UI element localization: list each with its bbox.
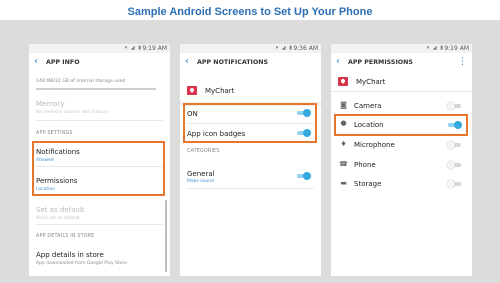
section-app-settings: APP SETTINGS (36, 131, 73, 136)
divider (36, 224, 163, 225)
permission-label-storage: Storage (354, 180, 382, 188)
scrollbar[interactable] (165, 200, 167, 272)
set-default-label: Set as default (36, 206, 85, 214)
store-details-value: App downloaded from Google Play Store (36, 261, 127, 266)
storage-toggle[interactable] (447, 180, 462, 188)
general-label[interactable]: General (187, 170, 215, 178)
divider (331, 91, 472, 92)
phone-icon: ☎ (339, 160, 348, 168)
phone-toggle[interactable] (447, 161, 462, 169)
status-time: 9:19 AM (444, 45, 469, 52)
storage-progress-bar (36, 88, 156, 90)
phone-app-info: ▾ ◢ ▮ 9:19 AM ‹ APP INFO 148 MB/32 GB of… (29, 44, 170, 276)
microphone-icon: ♦ (340, 140, 347, 148)
toggle-knob (447, 102, 455, 110)
status-time: 9:19 AM (142, 45, 167, 52)
highlight-box (183, 103, 317, 143)
mychart-app-icon (338, 77, 348, 86)
highlight-box (32, 141, 165, 196)
app-name: MyChart (205, 87, 235, 95)
memory-info: No memory used in last 3 hours (36, 110, 109, 115)
screens-stage: ▾ ◢ ▮ 9:19 AM ‹ APP INFO 148 MB/32 GB of… (0, 20, 500, 283)
section-app-details: APP DETAILS IN STORE (36, 234, 95, 239)
memory-label: Memory (36, 100, 65, 108)
general-toggle[interactable] (296, 172, 311, 180)
toggle-knob (447, 180, 455, 188)
divider (36, 120, 163, 121)
more-vert-icon[interactable]: ⋮ (458, 57, 467, 67)
status-icons: ▾ ◢ ▮ (275, 45, 293, 51)
app-bar: ‹ APP NOTIFICATIONS (180, 53, 321, 73)
store-details-label[interactable]: App details in store (36, 251, 104, 259)
phone-app-notifications: ▾ ◢ ▮ 9:36 AM ‹ APP NOTIFICATIONS MyChar… (180, 44, 321, 276)
phone-app-permissions: ▾ ◢ ▮ 9:19 AM ‹ APP PERMISSIONS ⋮ MyChar… (331, 44, 472, 276)
mychart-app-icon (187, 86, 197, 95)
set-default-value: None set as default (36, 216, 80, 221)
folder-icon: ▬ (340, 179, 347, 187)
status-time: 9:36 AM (293, 45, 318, 52)
toggle-knob (447, 141, 455, 149)
highlight-box (334, 114, 468, 136)
toggle-knob (303, 172, 311, 180)
microphone-toggle[interactable] (447, 141, 462, 149)
permission-label-phone: Phone (354, 161, 376, 169)
status-icons: ▾ ◢ ▮ (124, 45, 142, 51)
app-bar: ‹ APP INFO (29, 53, 170, 73)
permission-label-microphone: Microphone (354, 141, 395, 149)
back-arrow-icon[interactable]: ‹ (336, 56, 340, 68)
status-icons: ▾ ◢ ▮ (426, 45, 444, 51)
page-title: Sample Android Screens to Set Up Your Ph… (127, 6, 373, 18)
screen-title: APP INFO (46, 59, 80, 66)
storage-info: 148 MB/32 GB of internal storage used (36, 79, 126, 84)
camera-icon: ◙ (340, 101, 347, 109)
divider (187, 188, 314, 189)
permission-label-camera: Camera (354, 102, 382, 110)
status-bar: ▾ ◢ ▮ 9:19 AM (331, 44, 472, 53)
toggle-knob (447, 161, 455, 169)
back-arrow-icon[interactable]: ‹ (185, 56, 189, 68)
section-categories: CATEGORIES (187, 149, 220, 154)
camera-toggle[interactable] (447, 102, 462, 110)
general-value: Make sound (187, 179, 214, 184)
screen-title: APP NOTIFICATIONS (197, 59, 269, 66)
app-name: MyChart (356, 78, 386, 86)
back-arrow-icon[interactable]: ‹ (34, 56, 38, 68)
screen-title: APP PERMISSIONS (348, 59, 413, 66)
status-bar: ▾ ◢ ▮ 9:19 AM (29, 44, 170, 53)
app-bar: ‹ APP PERMISSIONS ⋮ (331, 53, 472, 73)
status-bar: ▾ ◢ ▮ 9:36 AM (180, 44, 321, 53)
